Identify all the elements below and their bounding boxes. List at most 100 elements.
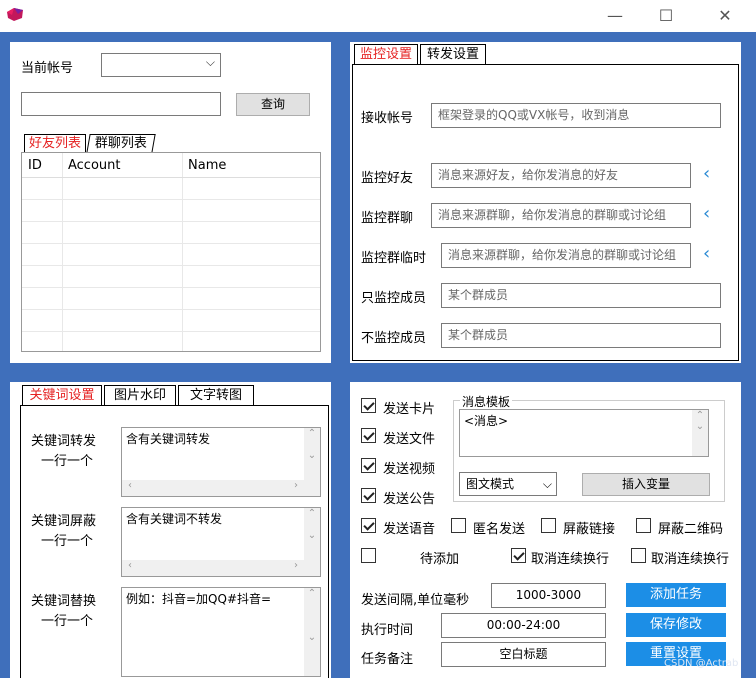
horizontal-scrollbar[interactable]: ‹ › bbox=[122, 560, 320, 576]
monitor-group-label: 监控群聊 bbox=[361, 211, 414, 226]
main-window: — ☐ ✕ 当前帐号 ⌵ 查询 好友列表 群聊列表 ID Account Nam… bbox=[0, 0, 756, 678]
vertical-scrollbar[interactable]: ⌃ ⌄ bbox=[304, 428, 320, 480]
maximize-button[interactable]: ☐ bbox=[643, 0, 689, 32]
block-keyword-hint: 一行一个 bbox=[41, 534, 94, 549]
grid-header-id: ID bbox=[28, 158, 42, 173]
send-card-checkbox[interactable] bbox=[361, 398, 376, 413]
exclude-member-label: 不监控成员 bbox=[361, 331, 427, 346]
table-row bbox=[22, 243, 320, 244]
add-task-button[interactable]: 添加任务 bbox=[626, 583, 726, 607]
template-textarea[interactable]: <消息> ⌃ ⌄ bbox=[459, 409, 709, 457]
table-row bbox=[22, 331, 320, 332]
tab-forward-settings[interactable]: 转发设置 bbox=[420, 44, 486, 65]
title-bar: — ☐ ✕ bbox=[0, 0, 756, 32]
app-logo-icon bbox=[7, 8, 23, 21]
table-row bbox=[22, 309, 320, 310]
cancel-newline-checkbox[interactable] bbox=[511, 548, 526, 563]
replace-keyword-hint: 一行一个 bbox=[41, 614, 94, 629]
chevron-left-icon[interactable]: ‹ bbox=[703, 163, 710, 184]
search-input[interactable] bbox=[21, 92, 221, 116]
interval-input[interactable]: 1000-3000 bbox=[491, 583, 606, 608]
to-add-label: 待添加 bbox=[420, 552, 460, 567]
table-row bbox=[22, 199, 320, 200]
table-row bbox=[22, 265, 320, 266]
tab-image-watermark[interactable]: 图片水印 bbox=[104, 385, 176, 406]
close-button[interactable]: ✕ bbox=[702, 0, 748, 32]
forward-keyword-label: 关键词转发 bbox=[31, 434, 97, 449]
vertical-scrollbar[interactable]: ⌃ ⌄ bbox=[304, 508, 320, 560]
tab-group-list-label: 群聊列表 bbox=[94, 136, 147, 151]
insert-variable-button[interactable]: 插入变量 bbox=[582, 473, 710, 496]
tab-friend-list[interactable]: 好友列表 bbox=[24, 134, 86, 153]
account-select[interactable]: ⌵ bbox=[101, 53, 221, 77]
replace-keyword-label: 关键词替换 bbox=[31, 594, 97, 609]
grid-divider bbox=[62, 153, 63, 351]
chevron-left-icon[interactable]: ‹ bbox=[703, 243, 710, 264]
minimize-button[interactable]: — bbox=[592, 0, 638, 32]
receive-account-input[interactable]: 框架登录的QQ或VX帐号，收到消息 bbox=[431, 103, 721, 128]
search-button[interactable]: 查询 bbox=[236, 93, 310, 116]
block-keyword-label: 关键词屏蔽 bbox=[31, 514, 97, 529]
save-button[interactable]: 保存修改 bbox=[626, 613, 726, 637]
block-link-label: 屏蔽链接 bbox=[563, 522, 616, 537]
grid-divider bbox=[22, 177, 320, 178]
mode-select-value: 图文模式 bbox=[466, 477, 515, 491]
receive-account-label: 接收帐号 bbox=[361, 111, 414, 126]
tab-text-to-image[interactable]: 文字转图 bbox=[178, 385, 254, 406]
table-row bbox=[22, 287, 320, 288]
monitor-tab-body: 接收帐号 框架登录的QQ或VX帐号，收到消息 监控好友 消息来源好友，给你发消息… bbox=[352, 64, 739, 361]
cancel-newline-checkbox-2[interactable] bbox=[631, 548, 646, 563]
block-keyword-textarea[interactable]: 含有关键词不转发 ⌃ ⌄ ‹ › bbox=[121, 507, 321, 577]
anonymous-checkbox[interactable] bbox=[451, 518, 466, 533]
horizontal-scrollbar[interactable]: ‹ › bbox=[122, 480, 320, 496]
replace-keyword-text: 例如：抖音=加QQ#抖音= bbox=[126, 592, 272, 606]
task-note-label: 任务备注 bbox=[361, 652, 414, 667]
cancel-newline-label-2: 取消连续换行 bbox=[651, 552, 730, 567]
block-link-checkbox[interactable] bbox=[541, 518, 556, 533]
forward-keyword-text: 含有关键词转发 bbox=[126, 432, 211, 446]
vertical-scrollbar[interactable]: ⌃ ⌄ bbox=[692, 410, 708, 456]
chevron-down-icon: ⌵ bbox=[542, 477, 552, 491]
mode-select[interactable]: 图文模式 ⌵ bbox=[459, 472, 557, 496]
tab-group-list[interactable]: 群聊列表 bbox=[86, 134, 156, 153]
block-keyword-text: 含有关键词不转发 bbox=[126, 512, 223, 526]
forward-keyword-textarea[interactable]: 含有关键词转发 ⌃ ⌄ ‹ › bbox=[121, 427, 321, 497]
keyword-panel: 关键词设置 图片水印 文字转图 关键词转发 一行一个 含有关键词转发 ⌃ ⌄ ‹ ›… bbox=[10, 382, 331, 678]
only-member-input[interactable]: 某个群成员 bbox=[441, 283, 721, 308]
send-card-label: 发送卡片 bbox=[383, 402, 436, 417]
exec-time-input[interactable]: 00:00-24:00 bbox=[441, 613, 606, 638]
send-notice-checkbox[interactable] bbox=[361, 488, 376, 503]
send-panel: 发送卡片 发送文件 发送视频 发送公告 消息模板 <消息> ⌃ ⌄ 图文模式 ⌵ … bbox=[350, 382, 741, 678]
monitor-friend-input[interactable]: 消息来源好友，给你发消息的好友 bbox=[431, 163, 691, 188]
list-grid[interactable]: ID Account Name bbox=[21, 152, 321, 352]
tab-keyword-settings[interactable]: 关键词设置 bbox=[22, 385, 102, 406]
to-add-checkbox[interactable] bbox=[361, 548, 376, 563]
tab-monitor-settings[interactable]: 监控设置 bbox=[354, 44, 418, 65]
grid-divider bbox=[182, 153, 183, 351]
send-video-label: 发送视频 bbox=[383, 462, 436, 477]
block-qr-label: 屏蔽二维码 bbox=[658, 522, 724, 537]
send-voice-checkbox[interactable] bbox=[361, 518, 376, 533]
chevron-left-icon[interactable]: ‹ bbox=[703, 203, 710, 224]
send-video-checkbox[interactable] bbox=[361, 458, 376, 473]
account-panel: 当前帐号 ⌵ 查询 好友列表 群聊列表 ID Account Name bbox=[10, 42, 331, 363]
monitor-group-input[interactable]: 消息来源群聊，给你发消息的群聊或讨论组 bbox=[431, 203, 691, 228]
vertical-scrollbar[interactable]: ⌃ ⌄ bbox=[304, 588, 320, 676]
interval-label: 发送间隔,单位毫秒 bbox=[361, 593, 470, 608]
replace-keyword-textarea[interactable]: 例如：抖音=加QQ#抖音= ⌃ ⌄ bbox=[121, 587, 321, 677]
send-voice-label: 发送语音 bbox=[383, 522, 436, 537]
task-note-input[interactable]: 空白标题 bbox=[441, 642, 606, 667]
grid-header-account: Account bbox=[68, 158, 121, 173]
table-row bbox=[22, 221, 320, 222]
monitor-temp-label: 监控群临时 bbox=[361, 251, 427, 266]
grid-header-name: Name bbox=[188, 158, 227, 173]
template-group: 消息模板 <消息> ⌃ ⌄ 图文模式 ⌵ 插入变量 bbox=[453, 393, 725, 502]
account-label: 当前帐号 bbox=[21, 61, 74, 76]
monitor-temp-input[interactable]: 消息来源群聊，给你发消息的群聊或讨论组 bbox=[441, 243, 691, 268]
only-member-label: 只监控成员 bbox=[361, 291, 427, 306]
exclude-member-input[interactable]: 某个群成员 bbox=[441, 323, 721, 348]
send-file-checkbox[interactable] bbox=[361, 428, 376, 443]
keyword-tab-body: 关键词转发 一行一个 含有关键词转发 ⌃ ⌄ ‹ › 关键词屏蔽 一行一个 含有关键… bbox=[20, 405, 329, 678]
template-text: <消息> bbox=[464, 414, 509, 428]
block-qr-checkbox[interactable] bbox=[636, 518, 651, 533]
